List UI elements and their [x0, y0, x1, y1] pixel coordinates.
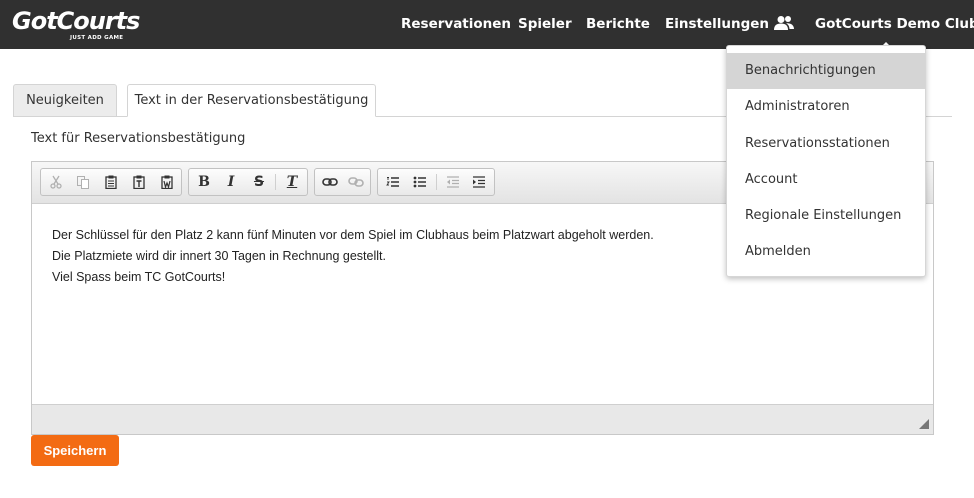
- editor-status-bar: [32, 404, 933, 434]
- nav-reservations[interactable]: Reservationen: [401, 0, 511, 49]
- editor-field-label: Text für Reservationsbestätigung: [31, 131, 246, 146]
- italic-icon[interactable]: I: [220, 172, 242, 192]
- indent-icon[interactable]: [468, 172, 490, 192]
- club-dropdown-menu: Benachrichtigungen Administratoren Reser…: [726, 45, 926, 277]
- basic-styles-group: B I S T: [188, 168, 308, 196]
- strikethrough-icon[interactable]: S: [248, 172, 270, 192]
- outdent-icon[interactable]: [442, 172, 464, 192]
- users-icon[interactable]: [774, 15, 794, 31]
- links-group: [314, 168, 371, 196]
- resize-grip-icon[interactable]: [919, 419, 929, 429]
- bold-icon[interactable]: B: [193, 172, 215, 192]
- editor-content-area[interactable]: Der Schlüssel für den Platz 2 kann fünf …: [52, 225, 654, 288]
- menu-item-account[interactable]: Account: [727, 162, 925, 198]
- unlink-icon[interactable]: [345, 172, 367, 192]
- paste-word-icon[interactable]: [156, 172, 178, 192]
- clipboard-group: [40, 168, 182, 196]
- nav-settings[interactable]: Einstellungen: [665, 0, 769, 49]
- editor-line: Viel Spass beim TC GotCourts!: [52, 270, 226, 284]
- menu-item-administrators[interactable]: Administratoren: [727, 89, 925, 125]
- editor-line: Die Platzmiete wird dir innert 30 Tagen …: [52, 249, 386, 263]
- logo-text: GotCourts: [12, 7, 140, 35]
- numbered-list-icon[interactable]: [382, 172, 404, 192]
- nav-players[interactable]: Spieler: [518, 0, 572, 49]
- menu-item-notifications[interactable]: Benachrichtigungen: [727, 53, 925, 89]
- paragraph-group: [377, 168, 495, 196]
- editor-line: Der Schlüssel für den Platz 2 kann fünf …: [52, 228, 654, 242]
- save-button[interactable]: Speichern: [31, 435, 119, 466]
- tab-confirmation-text[interactable]: Text in der Reservationsbestätigung: [127, 84, 376, 117]
- menu-item-reservation-stations[interactable]: Reservationsstationen: [727, 126, 925, 162]
- menu-item-logout[interactable]: Abmelden: [727, 234, 925, 270]
- nav-club-menu[interactable]: GotCourts Demo Club: [815, 0, 974, 49]
- copy-icon[interactable]: [72, 172, 94, 192]
- menu-item-regional-settings[interactable]: Regionale Einstellungen: [727, 198, 925, 234]
- toolbar-separator: [275, 174, 276, 190]
- bulleted-list-icon[interactable]: [409, 172, 431, 192]
- top-navigation-bar: GotCourts JUST ADD GAME Reservationen Sp…: [0, 0, 974, 49]
- cut-icon[interactable]: [45, 172, 67, 192]
- logo-tagline: JUST ADD GAME: [70, 35, 124, 41]
- tab-news[interactable]: Neuigkeiten: [13, 84, 117, 117]
- nav-reports[interactable]: Berichte: [586, 0, 650, 49]
- remove-format-icon[interactable]: T: [281, 172, 303, 192]
- paste-text-icon[interactable]: [128, 172, 150, 192]
- link-icon[interactable]: [319, 172, 341, 192]
- paste-icon[interactable]: [100, 172, 122, 192]
- gotcourts-logo[interactable]: GotCourts JUST ADD GAME: [12, 7, 140, 41]
- toolbar-separator: [436, 174, 437, 190]
